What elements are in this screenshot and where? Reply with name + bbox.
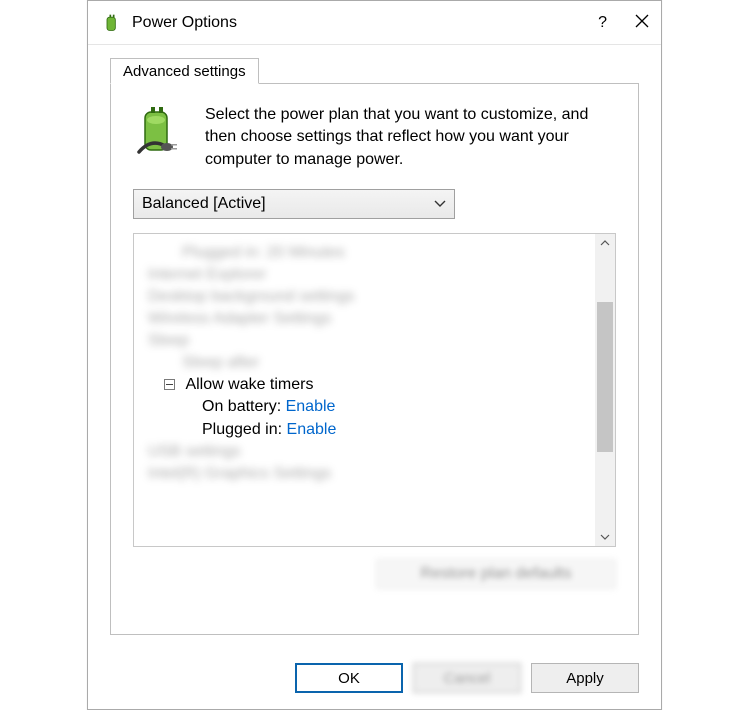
tree-node-blurred: Sleep after bbox=[142, 352, 615, 374]
tree-scrollbar[interactable] bbox=[595, 234, 615, 546]
restore-plan-defaults-button[interactable]: Restore plan defaults bbox=[376, 559, 616, 589]
tree-node-blurred: Desktop background settings bbox=[142, 286, 615, 308]
tree-leaf-on-battery[interactable]: On battery: Enable bbox=[142, 396, 615, 418]
power-plan-dropdown[interactable]: Balanced [Active] bbox=[133, 189, 455, 219]
ok-button[interactable]: OK bbox=[295, 663, 403, 693]
tree-node-blurred: Plugged in: 20 Minutes bbox=[142, 242, 615, 264]
chevron-down-icon bbox=[434, 195, 446, 213]
tree-leaf-plugged-in[interactable]: Plugged in: Enable bbox=[142, 419, 615, 441]
tree-node-blurred: Internet Explorer bbox=[142, 264, 615, 286]
intro-text: Select the power plan that you want to c… bbox=[205, 104, 616, 171]
tree-leaf-value: Enable bbox=[287, 421, 337, 438]
power-options-dialog: Power Options ? Advanced settings bbox=[87, 0, 662, 710]
scroll-thumb[interactable] bbox=[597, 302, 613, 452]
power-plan-selected: Balanced [Active] bbox=[142, 195, 266, 213]
collapse-icon[interactable] bbox=[164, 379, 175, 390]
close-button[interactable] bbox=[635, 12, 649, 33]
tab-advanced-settings[interactable]: Advanced settings bbox=[110, 58, 259, 84]
dialog-title: Power Options bbox=[132, 14, 598, 32]
tree-node-blurred: Intel(R) Graphics Settings bbox=[142, 463, 615, 485]
apply-button[interactable]: Apply bbox=[531, 663, 639, 693]
tab-panel: Select the power plan that you want to c… bbox=[110, 83, 639, 635]
cancel-button[interactable]: Cancel bbox=[413, 663, 521, 693]
scroll-down-icon[interactable] bbox=[595, 528, 615, 546]
title-bar: Power Options ? bbox=[88, 1, 661, 45]
tree-node-label: Allow wake timers bbox=[185, 376, 313, 393]
tree-node-blurred: Sleep bbox=[142, 330, 615, 352]
battery-plug-icon bbox=[133, 106, 187, 160]
tree-node-blurred: USB settings bbox=[142, 441, 615, 463]
intro-row: Select the power plan that you want to c… bbox=[133, 104, 616, 171]
power-icon bbox=[102, 13, 122, 33]
settings-tree[interactable]: Plugged in: 20 MinutesInternet ExplorerD… bbox=[133, 233, 616, 547]
tree-leaf-value: Enable bbox=[286, 398, 336, 415]
tree-node-allow-wake-timers[interactable]: Allow wake timers bbox=[142, 374, 615, 396]
help-button[interactable]: ? bbox=[598, 14, 607, 32]
tab-strip: Advanced settings bbox=[110, 55, 639, 83]
scroll-up-icon[interactable] bbox=[595, 234, 615, 252]
tree-node-blurred: Wireless Adapter Settings bbox=[142, 308, 615, 330]
dialog-buttons: OK Cancel Apply bbox=[88, 651, 661, 709]
